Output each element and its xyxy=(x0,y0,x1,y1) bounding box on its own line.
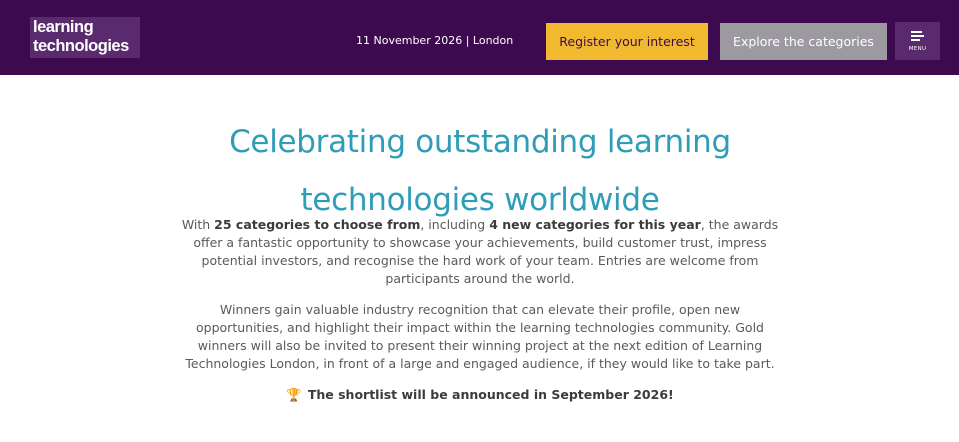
winners-paragraph: Winners gain valuable industry recogniti… xyxy=(185,302,775,371)
new-categories-highlight: 4 new categories for this year xyxy=(489,217,701,232)
shortlist-text: The shortlist will be announced in Septe… xyxy=(307,387,674,402)
learning-technologies-logo[interactable]: learning technologies xyxy=(30,17,140,58)
menu-button[interactable]: MENU xyxy=(895,22,940,60)
trophy-icon: 🏆 xyxy=(286,387,302,402)
event-date-location: 11 November 2026 | London xyxy=(356,34,514,47)
page-title: Celebrating outstanding learning technol… xyxy=(229,124,731,218)
hamburger-icon xyxy=(911,31,924,41)
logo-line-1: learning xyxy=(33,18,94,36)
site-header: learning technologies 11 November 2026 |… xyxy=(0,0,959,75)
menu-label: MENU xyxy=(908,46,927,52)
explore-categories-button[interactable]: Explore the categories xyxy=(720,23,887,60)
intro-paragraph: With 25 categories to choose from, inclu… xyxy=(181,217,779,286)
register-interest-button[interactable]: Register your interest xyxy=(546,23,708,60)
logo-line-2: technologies xyxy=(33,37,129,55)
shortlist-announcement: 🏆 The shortlist will be announced in Sept… xyxy=(175,386,785,404)
categories-count-highlight: 25 categories to choose from xyxy=(214,217,421,232)
